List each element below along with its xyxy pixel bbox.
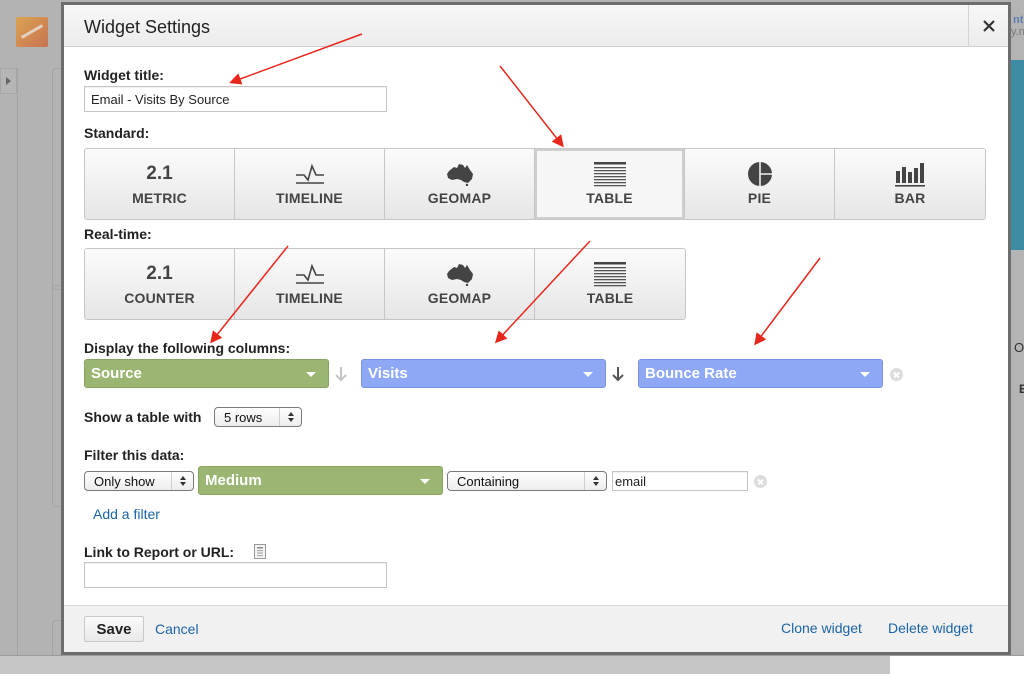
- vis-label: BAR: [894, 190, 926, 206]
- standard-pie-button[interactable]: PIE: [685, 149, 835, 219]
- vis-label: TABLE: [586, 290, 634, 306]
- rows-value: 5 rows: [224, 409, 263, 425]
- widget-title-label: Widget title:: [84, 67, 164, 83]
- table-icon: [593, 162, 627, 187]
- sidebar-expand-icon[interactable]: [0, 68, 17, 94]
- standard-timeline-button[interactable]: TIMELINE: [235, 149, 385, 219]
- filter-mode-value: Only show: [94, 473, 155, 489]
- standard-geomap-button[interactable]: GEOMAP: [385, 149, 535, 219]
- geomap-icon: [445, 162, 475, 186]
- remove-column-icon[interactable]: [890, 368, 903, 381]
- standard-metric-button[interactable]: 2.1 METRIC: [85, 149, 235, 219]
- move-down-arrow-icon[interactable]: [335, 366, 347, 382]
- column-select-bounce-rate[interactable]: Bounce Rate: [638, 359, 883, 388]
- column-select-source[interactable]: Source: [84, 359, 329, 388]
- counter-icon: 2.1: [146, 263, 173, 284]
- link-url-input[interactable]: [84, 562, 387, 588]
- report-page-icon[interactable]: [254, 544, 266, 559]
- realtime-timeline-button[interactable]: TIMELINE: [235, 249, 385, 319]
- widget-settings-dialog: Widget Settings Widget title: Standard: …: [61, 2, 1011, 655]
- close-icon: [982, 20, 995, 32]
- rows-select[interactable]: 5 rows: [214, 407, 302, 427]
- realtime-label: Real-time:: [84, 226, 152, 242]
- geomap-icon: [445, 262, 475, 286]
- background-text: ntr: [1013, 14, 1024, 26]
- standard-bar-button[interactable]: BAR: [835, 149, 985, 219]
- background-text: E: [1019, 382, 1024, 396]
- analytics-logo-icon: [16, 17, 48, 47]
- realtime-visualization-group: 2.1 COUNTER TIMELINE GEOMAP TABLE: [84, 248, 686, 320]
- cancel-link[interactable]: Cancel: [155, 621, 199, 637]
- column-select-visits[interactable]: Visits: [361, 359, 606, 388]
- vis-label: TIMELINE: [276, 190, 343, 206]
- dialog-header: Widget Settings: [64, 5, 1008, 47]
- remove-filter-icon[interactable]: [754, 475, 767, 488]
- background-text: y.n: [1011, 26, 1024, 38]
- vis-label: GEOMAP: [427, 290, 492, 306]
- move-down-arrow-icon[interactable]: [612, 366, 624, 382]
- filter-value-input[interactable]: [612, 471, 748, 491]
- background-blue-shape: [1011, 60, 1024, 250]
- realtime-table-button[interactable]: TABLE: [535, 249, 685, 319]
- metric-icon: 2.1: [146, 163, 173, 184]
- background-text: O: [1014, 340, 1024, 355]
- standard-visualization-group: 2.1 METRIC TIMELINE GEOMAP TABLE PIE BAR: [84, 148, 986, 220]
- clone-widget-link[interactable]: Clone widget: [781, 620, 862, 636]
- close-button[interactable]: [968, 5, 1008, 47]
- delete-widget-link[interactable]: Delete widget: [888, 620, 973, 636]
- column-value: Visits: [368, 365, 408, 382]
- add-filter-link[interactable]: Add a filter: [93, 506, 160, 522]
- updown-arrows-icon: [279, 408, 301, 426]
- widget-title-input[interactable]: [84, 86, 387, 112]
- vis-label: TABLE: [586, 190, 633, 206]
- standard-label: Standard:: [84, 125, 150, 141]
- filter-match-select[interactable]: Containing: [447, 471, 607, 491]
- save-button[interactable]: Save: [84, 616, 144, 642]
- realtime-counter-button[interactable]: 2.1 COUNTER: [85, 249, 235, 319]
- realtime-geomap-button[interactable]: GEOMAP: [385, 249, 535, 319]
- timeline-icon: [293, 162, 327, 186]
- columns-label: Display the following columns:: [84, 340, 291, 356]
- pie-icon: [747, 162, 773, 186]
- dialog-footer: Save Cancel Clone widget Delete widget: [64, 605, 1008, 652]
- background-divider: [17, 68, 18, 658]
- vis-label: COUNTER: [124, 290, 195, 306]
- background-right-edge: ntr y.n O E: [1011, 0, 1024, 674]
- bar-chart-icon: [894, 162, 926, 187]
- updown-arrows-icon: [584, 472, 606, 490]
- vis-label: TIMELINE: [276, 290, 343, 306]
- chevron-down-icon: [583, 372, 593, 377]
- filter-match-value: Containing: [457, 473, 520, 489]
- column-value: Bounce Rate: [645, 365, 737, 382]
- filter-label: Filter this data:: [84, 447, 185, 463]
- standard-table-button[interactable]: TABLE: [535, 149, 685, 219]
- link-label: Link to Report or URL:: [84, 544, 235, 560]
- updown-arrows-icon: [171, 472, 193, 490]
- rows-label: Show a table with: [84, 409, 202, 425]
- filter-dimension-value: Medium: [205, 472, 262, 489]
- column-value: Source: [91, 365, 142, 382]
- vis-label: PIE: [747, 190, 772, 206]
- chevron-down-icon: [306, 372, 316, 377]
- vis-label: GEOMAP: [427, 190, 492, 206]
- filter-mode-select[interactable]: Only show: [84, 471, 194, 491]
- chevron-down-icon: [860, 372, 870, 377]
- filter-dimension-select[interactable]: Medium: [198, 466, 443, 495]
- dialog-title: Widget Settings: [84, 17, 211, 37]
- chevron-down-icon: [420, 479, 430, 484]
- timeline-icon: [293, 262, 327, 286]
- background-scrollbar[interactable]: [0, 655, 1024, 674]
- table-icon: [593, 262, 627, 287]
- vis-label: METRIC: [132, 190, 187, 206]
